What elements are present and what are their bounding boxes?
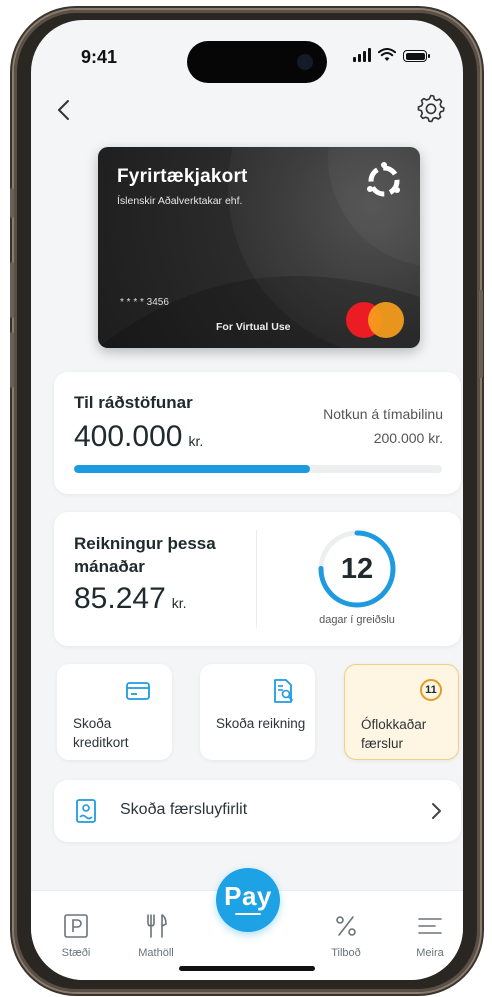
silent-switch: [10, 188, 14, 218]
monthly-bill-title: Reikningur þessa mánaðar: [74, 534, 216, 576]
tab-offers[interactable]: Tilboð: [315, 911, 377, 959]
usage-progress-bar: [74, 465, 442, 473]
view-credit-card-label: Skoða kreditkort: [73, 716, 129, 750]
tab-offers-label: Tilboð: [331, 947, 361, 959]
view-credit-card-tile[interactable]: Skoða kreditkort: [57, 664, 172, 760]
bill-amount-value: 85.247: [74, 582, 166, 615]
side-button: [479, 290, 483, 378]
pay-button-label: Pay: [224, 881, 272, 911]
status-time: 9:41: [81, 47, 118, 67]
usage-progress-fill: [74, 465, 310, 473]
bill-divider: [256, 530, 257, 628]
dynamic-island: [187, 41, 327, 83]
card-number: * * * * 3456: [120, 297, 169, 308]
virtual-use-label: For Virtual Use: [216, 321, 291, 333]
invoice-search-icon: [274, 679, 293, 703]
tab-more-label: Meira: [416, 947, 444, 959]
monthly-bill-panel[interactable]: Reikningur þessa mánaðar 85.247 kr. 12 da…: [54, 512, 461, 646]
battery-icon: [403, 50, 430, 62]
pay-underline: [235, 913, 261, 915]
wifi-icon: [378, 48, 396, 61]
chevron-right-icon: [432, 803, 441, 819]
tab-food-hall[interactable]: Mathöll: [125, 911, 187, 959]
usage-period-value: 200.000 kr.: [373, 430, 443, 446]
company-card[interactable]: Fyrirtækjakort Íslenskir Aðalverktakar e…: [98, 147, 420, 348]
pay-button[interactable]: Pay: [216, 868, 280, 932]
settings-gear-icon[interactable]: [415, 92, 447, 124]
status-bar: 9:41: [31, 20, 463, 90]
top-nav: [31, 92, 463, 132]
uncategorized-count-badge: 11: [420, 679, 442, 701]
view-invoice-tile[interactable]: Skoða reikning: [200, 664, 315, 760]
status-icons: [353, 48, 430, 62]
parking-icon: [64, 914, 88, 938]
days-to-payment-label: dagar í greiðslu: [319, 614, 395, 626]
home-indicator[interactable]: [179, 966, 315, 971]
available-amount-unit: kr.: [188, 433, 204, 449]
percent-icon: [336, 916, 356, 936]
volume-up-button: [10, 262, 14, 318]
transaction-statement-row[interactable]: Skoða færsluyfirlit: [54, 780, 461, 842]
available-funds-title: Til ráðstöfunar: [74, 393, 193, 412]
days-to-payment-count: 12: [340, 553, 374, 585]
card-company-name: Íslenskir Aðalverktakar ehf.: [117, 195, 243, 207]
credit-card-icon: [126, 682, 150, 700]
volume-down-button: [10, 332, 14, 388]
mastercard-icon: [346, 302, 404, 338]
tab-parking-label: Stæði: [61, 947, 91, 959]
back-chevron-icon[interactable]: [51, 96, 79, 124]
uncategorized-transactions-tile[interactable]: 11 Óflokkaðar færslur: [344, 664, 459, 760]
front-camera: [297, 54, 313, 70]
tab-parking[interactable]: Stæði: [45, 911, 107, 959]
receipt-icon: [76, 799, 96, 823]
transaction-statement-label: Skoða færsluyfirlit: [120, 801, 248, 818]
fork-knife-icon: [147, 914, 167, 938]
bill-amount-unit: kr.: [171, 595, 187, 611]
brand-logo-icon: [367, 162, 400, 197]
monthly-bill-amount: 85.247 kr.: [74, 582, 187, 616]
available-amount-value: 400.000: [74, 420, 183, 453]
view-invoice-label: Skoða reikning: [216, 716, 306, 731]
usage-period-label: Notkun á tímabilinu: [323, 406, 443, 422]
card-title: Fyrirtækjakort: [117, 166, 248, 187]
uncategorized-transactions-label: Óflokkaðar færslur: [361, 717, 427, 751]
mastercard-orange-circle: [368, 302, 404, 338]
tab-food-hall-label: Mathöll: [138, 947, 174, 959]
available-funds-amount: 400.000 kr.: [74, 420, 203, 454]
tab-more[interactable]: Meira: [399, 911, 461, 959]
menu-icon: [418, 918, 442, 934]
screen: 9:41 Fyrirtækjakort Íslenskir Aðalverkta…: [31, 20, 463, 980]
cellular-signal-icon: [353, 48, 371, 62]
available-funds-panel[interactable]: Til ráðstöfunar 400.000 kr. Notkun á tíma…: [54, 372, 461, 494]
